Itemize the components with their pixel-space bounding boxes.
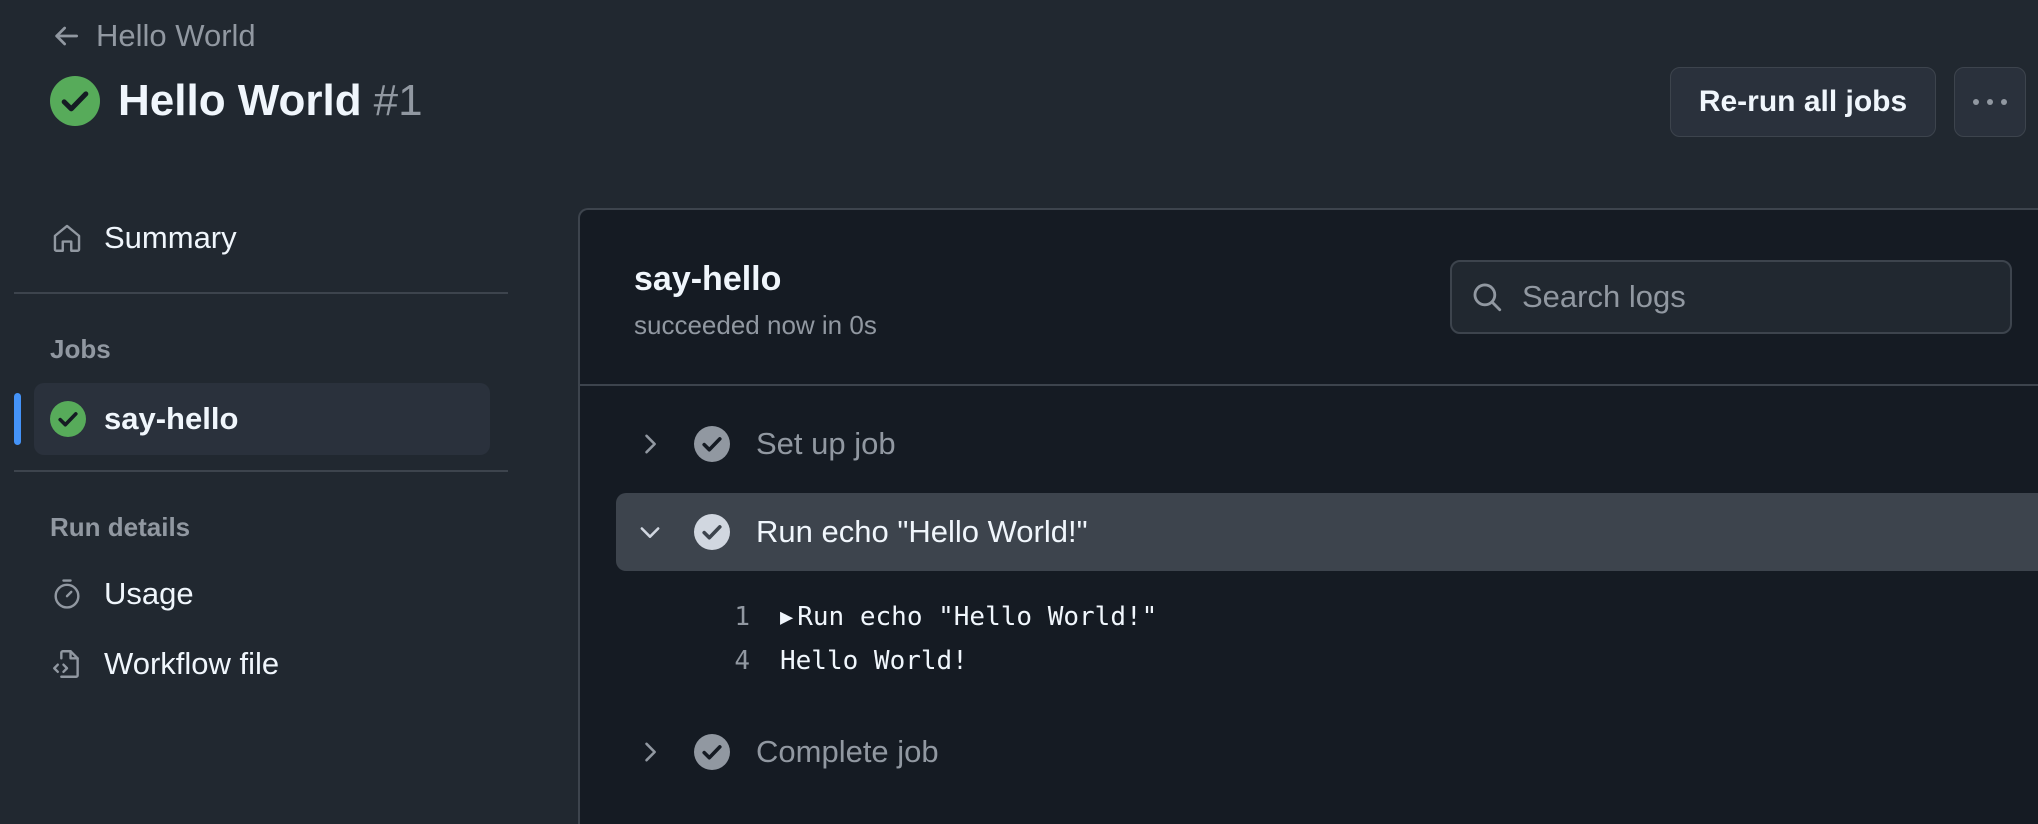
sidebar-item-summary[interactable]: Summary	[50, 220, 237, 256]
sidebar-item-say-hello[interactable]: say-hello	[34, 383, 490, 455]
step-label: Complete job	[756, 734, 939, 769]
job-log-panel: say-hello succeeded now in 0s Set up job…	[578, 208, 2038, 824]
step-label: Run echo "Hello World!"	[756, 514, 1088, 549]
step-label: Set up job	[756, 426, 896, 461]
run-number: #1	[373, 76, 423, 125]
chevron-right-icon	[645, 742, 656, 762]
step-set-up-job[interactable]: Set up job	[616, 405, 2038, 483]
more-options-button[interactable]	[1954, 67, 2026, 137]
sidebar-item-label: Workflow file	[104, 646, 280, 681]
kebab-horizontal-icon	[1973, 99, 2007, 105]
log-line-number: 4	[734, 646, 750, 676]
triangle-right-icon[interactable]: ▶	[780, 605, 793, 630]
log-line-text: Hello World!	[780, 646, 968, 676]
run-details-heading: Run details	[50, 512, 191, 542]
sidebar-job-label: say-hello	[104, 401, 239, 436]
arrow-left-icon	[55, 26, 78, 46]
check-circle-icon	[50, 401, 86, 437]
search-logs-box[interactable]	[1450, 260, 2012, 334]
job-status: succeeded now in 0s	[634, 310, 877, 340]
sidebar-item-label: Summary	[104, 220, 237, 255]
log-line-number: 1	[734, 602, 750, 632]
check-circle-icon	[50, 76, 100, 126]
check-circle-icon	[694, 514, 730, 550]
sidebar-divider	[14, 292, 508, 294]
step-run-echo[interactable]: Run echo "Hello World!"	[616, 493, 2038, 571]
sidebar-item-label: Usage	[104, 576, 194, 611]
search-icon	[1473, 283, 1502, 312]
log-line[interactable]: 1 ▶ Run echo "Hello World!"	[690, 602, 1157, 632]
sidebar-divider	[14, 470, 508, 472]
job-header: say-hello succeeded now in 0s	[580, 210, 2038, 386]
chevron-right-icon	[645, 434, 656, 454]
log-line-text: Run echo "Hello World!"	[797, 602, 1158, 632]
search-logs-input[interactable]	[1522, 279, 1982, 315]
back-link[interactable]: Hello World	[50, 18, 256, 54]
home-icon	[53, 224, 81, 252]
check-circle-icon	[694, 734, 730, 770]
chevron-down-icon	[640, 527, 660, 538]
page-title: Hello World #1	[50, 76, 423, 126]
active-job-indicator	[14, 393, 21, 445]
jobs-heading: Jobs	[50, 334, 111, 364]
file-code-icon	[53, 650, 79, 678]
log-line: 4 Hello World!	[690, 646, 968, 676]
run-title: Hello World	[118, 76, 362, 125]
sidebar-item-usage[interactable]: Usage	[50, 576, 194, 612]
app-window: Hello World Hello World #1 Re-run all job…	[0, 0, 2038, 824]
step-complete-job[interactable]: Complete job	[616, 713, 2038, 791]
rerun-all-jobs-button[interactable]: Re-run all jobs	[1670, 67, 1936, 137]
sidebar-item-workflow-file[interactable]: Workflow file	[50, 646, 279, 682]
stopwatch-icon	[54, 579, 80, 609]
back-link-label: Hello World	[96, 18, 256, 53]
job-name: say-hello	[634, 260, 782, 298]
check-circle-icon	[694, 426, 730, 462]
